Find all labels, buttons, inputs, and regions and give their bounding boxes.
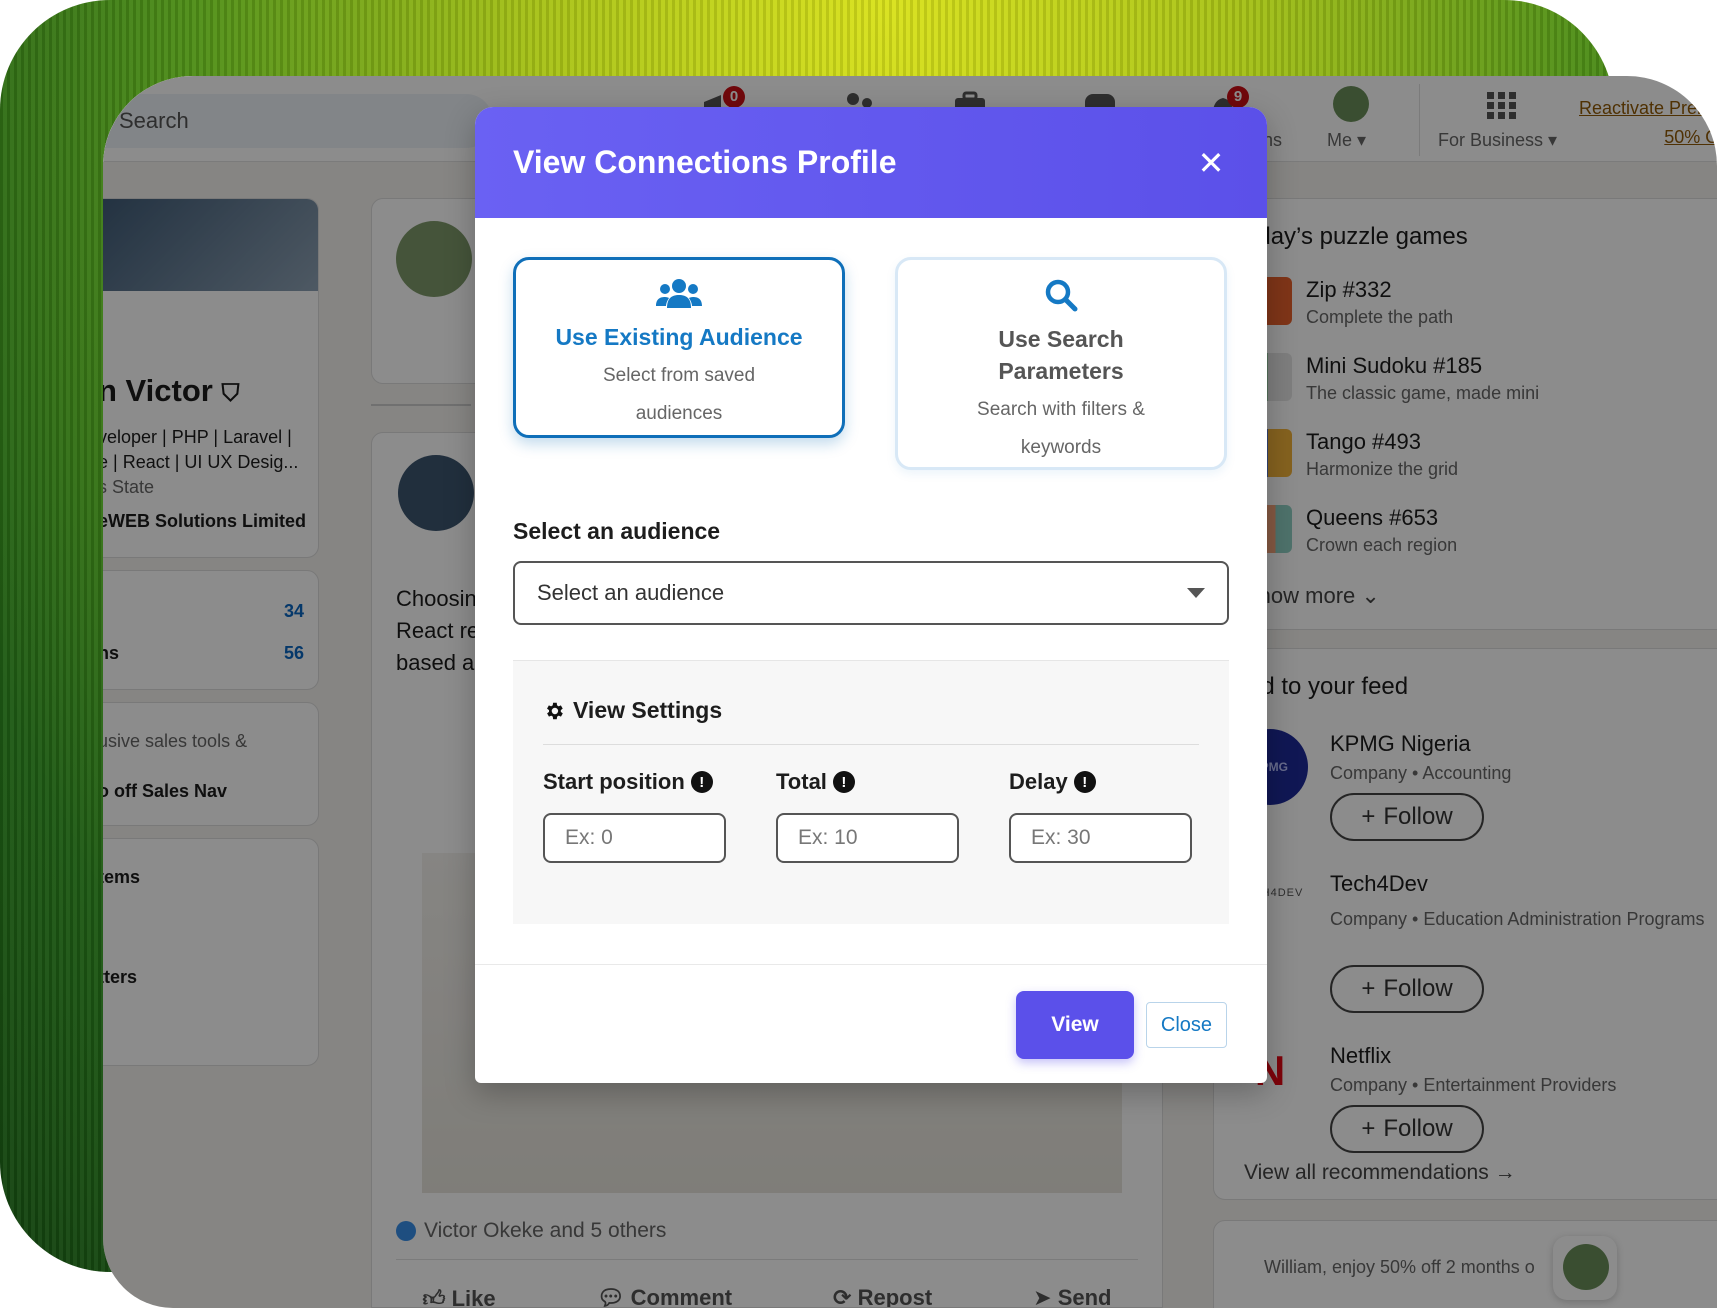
divider <box>543 744 1199 745</box>
option-subtitle: Select from saved audiences <box>602 365 756 424</box>
option-subtitle: Search with filters & keywords <box>977 399 1145 458</box>
search-icon <box>1045 279 1078 312</box>
field-label: Total! <box>776 769 959 795</box>
modal-header: View Connections Profile ✕ <box>475 107 1267 218</box>
view-button[interactable]: View <box>1016 991 1134 1059</box>
option-use-search-parameters[interactable]: Use Search Parameters Search with filter… <box>895 257 1227 470</box>
field-label: Delay! <box>1009 769 1192 795</box>
info-icon[interactable]: ! <box>1073 771 1096 793</box>
modal-title: View Connections Profile <box>513 144 897 180</box>
option-use-existing-audience[interactable]: Use Existing Audience Select from saved … <box>513 257 845 438</box>
audience-field-label: Select an audience <box>513 518 721 544</box>
total-field: Total! <box>776 769 959 863</box>
field-label: Start position! <box>543 769 726 795</box>
option-title: Use Existing Audience <box>555 324 803 350</box>
info-icon[interactable]: ! <box>832 771 855 793</box>
start-position-field: Start position! <box>543 769 726 863</box>
start-position-input[interactable] <box>543 813 726 863</box>
audience-source-options: Use Existing Audience Select from saved … <box>513 257 1229 473</box>
option-title: Use Search Parameters <box>998 326 1124 384</box>
view-connections-modal: View Connections Profile ✕ Use Existing … <box>475 107 1267 1083</box>
users-group-icon <box>656 279 702 308</box>
total-input[interactable] <box>776 813 959 863</box>
view-settings-panel: View Settings Start position! Total! Del… <box>513 660 1229 924</box>
info-icon[interactable]: ! <box>690 771 713 793</box>
audience-select[interactable]: Select an audience <box>513 561 1229 625</box>
audience-select-value: Select an audience <box>537 580 725 605</box>
view-settings-heading: View Settings <box>543 697 722 724</box>
delay-field: Delay! <box>1009 769 1192 863</box>
gear-icon <box>547 702 563 719</box>
caret-down-icon <box>1187 588 1205 598</box>
close-button[interactable]: Close <box>1146 1002 1227 1048</box>
delay-input[interactable] <box>1009 813 1192 863</box>
modal-footer: View Close <box>475 964 1267 1083</box>
close-icon[interactable]: ✕ <box>1193 145 1229 181</box>
